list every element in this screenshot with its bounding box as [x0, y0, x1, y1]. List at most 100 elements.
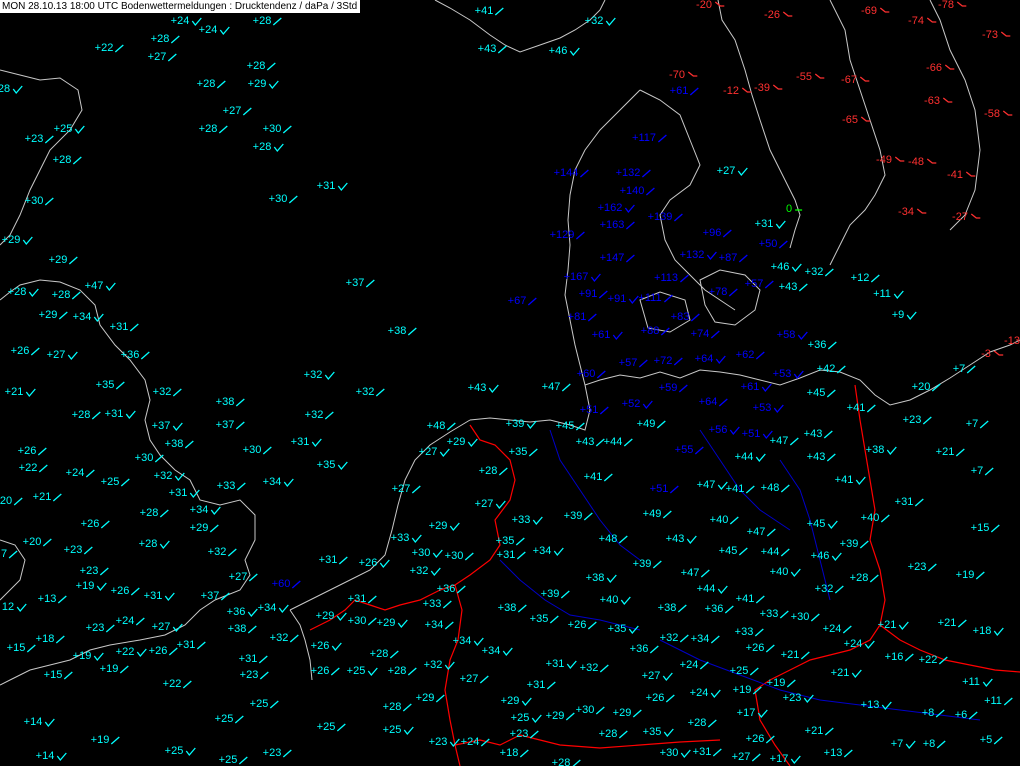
station-observation: +7	[971, 465, 994, 477]
station-observation: +22	[163, 678, 192, 690]
tendency-value: 28	[0, 83, 10, 95]
tendency-value: 12	[2, 601, 14, 613]
tendency-value: +51	[650, 483, 669, 495]
station-observation: +32	[356, 386, 385, 398]
tendency-symbol-icon	[1000, 31, 1011, 37]
tendency-value: +31	[755, 218, 774, 230]
station-observation: +31	[177, 639, 206, 651]
station-observation: +15	[44, 669, 73, 681]
station-observation: +11	[873, 288, 904, 300]
tendency-value: +31	[546, 658, 565, 670]
tendency-symbol-icon	[942, 97, 953, 103]
tendency-value: +29	[613, 707, 632, 719]
station-observation: -69	[861, 5, 890, 17]
tendency-value: +28	[197, 78, 216, 90]
tendency-value: +26	[568, 619, 587, 631]
tendency-value: +26	[18, 445, 37, 457]
station-observation: +38	[165, 438, 194, 450]
tendency-value: +162	[598, 202, 623, 214]
tendency-value: +13	[861, 699, 880, 711]
tendency-symbol-icon	[738, 547, 748, 556]
tendency-value: +29	[416, 692, 435, 704]
station-observation: -3	[981, 348, 1004, 360]
tendency-symbol-icon	[72, 156, 82, 165]
station-observation: +22	[95, 42, 124, 54]
tendency-symbol-icon	[42, 538, 52, 547]
station-observation: +32	[815, 583, 844, 595]
tendency-value: +91	[579, 288, 598, 300]
tendency-value: +23	[240, 669, 259, 681]
station-observation: +91	[608, 293, 639, 305]
tendency-value: +30	[660, 747, 679, 759]
station-observation: +26	[311, 640, 342, 652]
tendency-symbol-icon	[68, 256, 78, 265]
station-observation: +29	[546, 710, 575, 722]
tendency-symbol-icon	[283, 478, 294, 488]
tendency-symbol-icon	[677, 604, 687, 613]
station-observation: +30	[243, 444, 272, 456]
station-observation: +47	[697, 479, 728, 491]
tendency-symbol-icon	[710, 689, 721, 699]
station-observation: +23	[903, 414, 932, 426]
station-observation: -66	[926, 62, 955, 74]
station-observation: +40	[710, 514, 739, 526]
tendency-value: +32	[356, 386, 375, 398]
tendency-symbol-icon	[814, 73, 825, 79]
tendency-symbol-icon	[560, 590, 570, 599]
tendency-symbol-icon	[779, 610, 789, 619]
station-observation: +35	[317, 459, 348, 471]
tendency-symbol-icon	[905, 740, 916, 750]
tendency-value: +38	[866, 444, 885, 456]
station-observation: +33	[423, 598, 452, 610]
station-observation: +48	[427, 420, 456, 432]
station-observation: +26	[111, 585, 140, 597]
station-observation: +35	[643, 726, 674, 738]
tendency-symbol-icon	[494, 7, 504, 16]
tendency-symbol-icon	[834, 585, 844, 594]
tendency-value: +23	[263, 747, 282, 759]
tendency-value: +25	[165, 745, 184, 757]
tendency-value: +31	[497, 549, 516, 561]
tendency-value: +60	[272, 578, 291, 590]
tendency-symbol-icon	[397, 619, 408, 629]
tendency-value: +48	[599, 533, 618, 545]
tendency-symbol-icon	[599, 664, 609, 673]
tendency-value: +30	[412, 547, 431, 559]
tendency-value: +11	[962, 676, 980, 688]
tendency-value: +43	[779, 281, 798, 293]
tendency-value: +17	[770, 753, 789, 765]
station-observation: +23	[908, 561, 937, 573]
tendency-symbol-icon	[686, 535, 697, 545]
station-observation: +28	[139, 538, 170, 550]
tendency-symbol-icon	[71, 291, 81, 300]
tendency-value: +117	[632, 132, 656, 144]
station-observation: +28	[388, 665, 417, 677]
station-observation: +29	[190, 522, 219, 534]
tendency-symbol-icon	[216, 80, 226, 89]
station-observation: +87	[719, 252, 748, 264]
tendency-symbol-icon	[722, 229, 732, 238]
station-observation: +41	[584, 471, 613, 483]
station-observation: +41	[736, 593, 765, 605]
tendency-symbol-icon	[712, 748, 722, 757]
tendency-symbol-icon	[642, 400, 653, 410]
tendency-symbol-icon	[966, 365, 976, 374]
station-observation: +43	[779, 281, 808, 293]
map-title: MON 28.10.13 18:00 UTC Bodenwettermeldun…	[0, 0, 361, 13]
tendency-value: +31	[527, 679, 546, 691]
tendency-symbol-icon	[859, 76, 870, 82]
tendency-symbol-icon	[439, 448, 450, 458]
station-observation: +29	[248, 78, 279, 90]
station-observation: +19	[91, 734, 120, 746]
tendency-value: +21	[878, 619, 897, 631]
station-observation: +37	[216, 419, 245, 431]
tendency-value: +46	[811, 550, 830, 562]
tendency-symbol-icon	[515, 537, 525, 546]
tendency-value: +26	[311, 665, 330, 677]
tendency-symbol-icon	[529, 730, 539, 739]
station-observation: +36	[630, 643, 659, 655]
tendency-symbol-icon	[110, 736, 120, 745]
station-observation: +8	[922, 707, 945, 719]
tendency-value: -26	[764, 9, 780, 21]
tendency-symbol-icon	[56, 752, 67, 762]
